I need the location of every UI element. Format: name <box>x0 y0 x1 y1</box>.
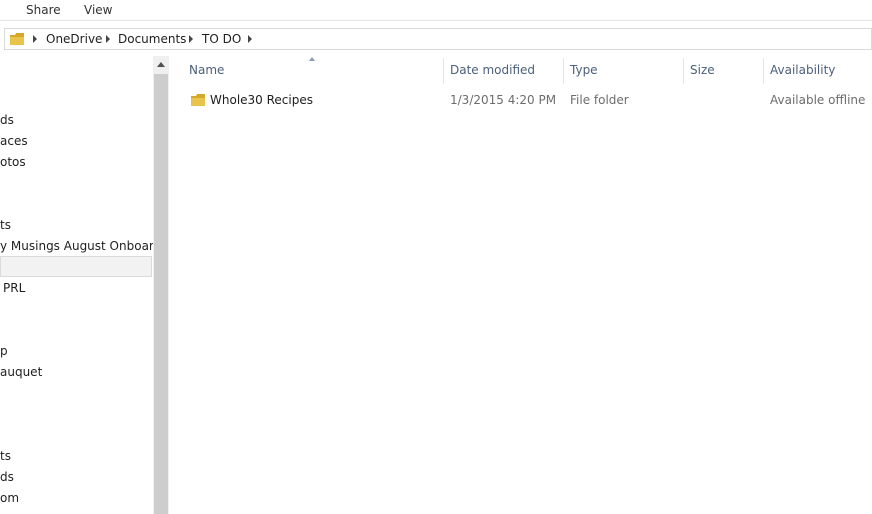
breadcrumb-onedrive[interactable]: OneDrive <box>46 32 102 46</box>
chevron-right-icon[interactable] <box>106 35 110 43</box>
file-row[interactable]: Whole30 Recipes 1/3/2015 4:20 PM File fo… <box>186 89 872 111</box>
chevron-right-icon[interactable] <box>33 35 37 43</box>
folder-icon <box>10 33 24 45</box>
ribbon: Share View <box>0 0 872 21</box>
nav-item[interactable]: PRL <box>3 281 25 295</box>
file-date: 1/3/2015 4:20 PM <box>450 93 557 107</box>
nav-selected-item[interactable] <box>0 256 152 277</box>
column-header-availability[interactable]: Availability <box>770 63 835 77</box>
nav-scrollbar[interactable] <box>153 56 169 514</box>
column-divider[interactable] <box>563 58 564 84</box>
column-divider[interactable] <box>763 58 764 84</box>
column-header-date[interactable]: Date modified <box>450 63 535 77</box>
sort-ascending-icon <box>309 57 315 61</box>
nav-item[interactable]: om <box>0 491 19 505</box>
file-name[interactable]: Whole30 Recipes <box>210 93 313 107</box>
breadcrumb-todo[interactable]: TO DO <box>202 32 241 46</box>
nav-item[interactable]: aces <box>0 134 28 148</box>
folder-icon <box>191 94 205 106</box>
nav-item[interactable]: auquet <box>0 365 42 379</box>
column-header-name[interactable]: Name <box>189 63 224 77</box>
scroll-thumb[interactable] <box>154 74 168 514</box>
chevron-right-icon[interactable] <box>248 35 252 43</box>
column-header-type[interactable]: Type <box>570 63 598 77</box>
chevron-right-icon[interactable] <box>189 35 193 43</box>
address-bar[interactable]: OneDrive Documents TO DO <box>4 28 872 50</box>
column-divider[interactable] <box>443 58 444 84</box>
column-divider[interactable] <box>683 58 684 84</box>
nav-item[interactable]: ds <box>0 470 14 484</box>
navigation-pane: ds aces otos ts y Musings August Onboard… <box>0 56 153 514</box>
nav-item[interactable]: p <box>0 344 8 358</box>
column-header-size[interactable]: Size <box>690 63 715 77</box>
breadcrumb-documents[interactable]: Documents <box>118 32 186 46</box>
tab-view[interactable]: View <box>84 3 112 17</box>
nav-item[interactable]: ts <box>0 218 11 232</box>
file-availability: Available offline <box>770 93 866 107</box>
scroll-up-icon[interactable] <box>153 56 169 73</box>
nav-item[interactable]: ts <box>0 449 11 463</box>
nav-item[interactable]: otos <box>0 155 26 169</box>
file-type: File folder <box>570 93 629 107</box>
tab-share[interactable]: Share <box>26 3 61 17</box>
nav-item[interactable]: y Musings August Onboardin <box>0 239 153 253</box>
nav-item[interactable]: ds <box>0 113 14 127</box>
